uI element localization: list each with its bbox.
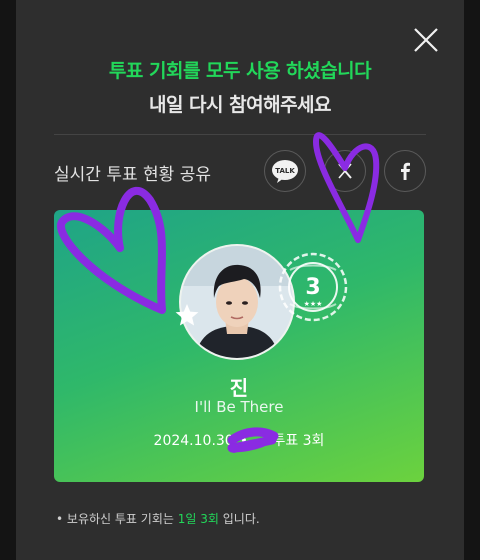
vote-status-card: 3 ★★★ 진 I'll Be There 2024.10.30 • 투표 3회 — [54, 210, 424, 482]
vote-count-stamp-icon: 3 ★★★ — [278, 252, 348, 322]
kakao-share-button[interactable]: TALK — [264, 150, 306, 192]
artist-name: 진 — [229, 376, 249, 400]
x-icon — [338, 163, 352, 179]
x-share-button[interactable] — [324, 150, 366, 192]
facebook-share-button[interactable] — [384, 150, 426, 192]
song-title: I'll Be There — [194, 398, 284, 416]
note-suffix: 입니다. — [222, 512, 260, 526]
close-icon[interactable] — [410, 24, 442, 56]
vote-count: 투표 3회 — [272, 433, 325, 449]
stamp-number: 3 — [305, 275, 320, 300]
note-prefix: 보유하신 투표 기회는 — [66, 512, 174, 526]
vote-date: 2024.10.30 — [153, 433, 234, 449]
share-label: 실시간 투표 현황 공유 — [54, 165, 211, 185]
close-button[interactable] — [410, 24, 442, 56]
kakao-talk-label: TALK — [275, 167, 295, 175]
divider — [54, 134, 426, 135]
vote-modal: 투표 기회를 모두 사용 하셨습니다 내일 다시 참여해주세요 실시간 투표 현… — [16, 0, 464, 560]
vote-limit-note: • 보유하신 투표 기회는 1일 3회 입니다. — [56, 510, 260, 527]
separator-dot: • — [239, 433, 248, 449]
note-highlight: 1일 3회 — [177, 512, 219, 526]
star-badge-icon — [175, 304, 199, 326]
vote-exhausted-headline: 투표 기회를 모두 사용 하셨습니다 — [108, 60, 372, 82]
vote-summary: 2024.10.30 • 투표 3회 — [54, 430, 424, 450]
note-bullet: • — [56, 512, 64, 526]
kakao-icon: TALK — [272, 160, 298, 183]
facebook-icon — [401, 162, 410, 180]
come-back-tomorrow-text: 내일 다시 참여해주세요 — [148, 94, 332, 116]
svg-text:★★★: ★★★ — [304, 300, 323, 308]
